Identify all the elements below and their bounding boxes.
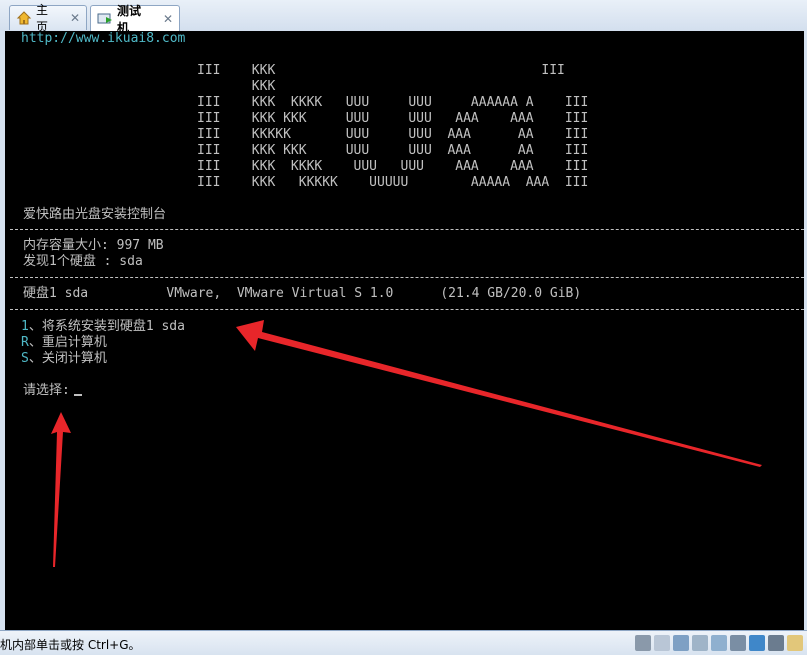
menu-key: S	[21, 351, 29, 366]
memory-info: 内存容量大小: 997 MB	[23, 238, 164, 253]
menu-text: 、将系统安装到硬盘1 sda	[28, 319, 185, 334]
tab-home[interactable]: 主页 ✕	[9, 3, 87, 34]
vm-icon	[97, 11, 113, 27]
logo-line: KKK	[197, 79, 276, 94]
tab-home-label: 主页	[36, 3, 49, 34]
menu-item-shutdown[interactable]: S、关闭计算机	[21, 351, 107, 367]
hard-disk-icon[interactable]	[635, 635, 651, 651]
console-title: 爱快路由光盘安装控制台	[23, 207, 167, 222]
separator	[10, 229, 804, 230]
logo-line: III KKK KKKK UUU UUU AAAAAA A III	[197, 95, 589, 110]
close-icon[interactable]: ✕	[70, 11, 80, 25]
console-url: http://www.ikuai8.com	[21, 31, 186, 46]
prompt-label: 请选择:	[23, 383, 70, 398]
close-icon[interactable]: ✕	[163, 12, 173, 26]
menu-text: 、关闭计算机	[28, 351, 107, 366]
message-icon[interactable]	[787, 635, 803, 651]
logo-line: III KKK KKKKK UUUUU AAAAA AAA III	[197, 175, 589, 190]
separator	[10, 277, 804, 278]
logo-line: III KKK KKKK UUU UUU AAA AAA III	[197, 159, 589, 174]
tab-test-vm[interactable]: 测试机 ✕	[90, 4, 180, 35]
menu-key: 1	[21, 319, 29, 334]
logo-line: III KKK III	[197, 63, 565, 78]
text-cursor	[73, 394, 82, 396]
logo-line: III KKKKK UUU UUU AAA AA III	[197, 127, 589, 142]
home-icon	[16, 10, 32, 26]
disk-found-info: 发现1个硬盘 : sda	[23, 254, 143, 269]
display-icon[interactable]	[768, 635, 784, 651]
tab-bar: 主页 ✕ 测试机 ✕	[0, 0, 807, 35]
vm-console[interactable]: http://www.ikuai8.com III KKK III KKK II…	[5, 31, 804, 630]
menu-text: 、重启计算机	[28, 335, 107, 350]
cd-drive-icon[interactable]	[654, 635, 670, 651]
status-bar: 机内部单击或按 Ctrl+G。	[0, 630, 807, 655]
device-tray	[635, 635, 803, 651]
separator	[10, 309, 804, 310]
printer-icon[interactable]	[730, 635, 746, 651]
sound-icon[interactable]	[749, 635, 765, 651]
menu-key: R	[21, 335, 29, 350]
logo-line: III KKK KKK UUU UUU AAA AA III	[197, 143, 589, 158]
menu-item-reboot[interactable]: R、重启计算机	[21, 335, 107, 351]
choice-prompt[interactable]: 请选择:	[23, 383, 82, 399]
network-icon[interactable]	[692, 635, 708, 651]
status-hint: 机内部单击或按 Ctrl+G。	[0, 638, 141, 652]
network-icon[interactable]	[673, 635, 689, 651]
logo-line: III KKK KKK UUU UUU AAA AAA III	[197, 111, 589, 126]
disk-row: 硬盘1 sda VMware, VMware Virtual S 1.0 (21…	[23, 286, 582, 301]
menu-item-install[interactable]: 1、将系统安装到硬盘1 sda	[21, 319, 185, 335]
usb-icon[interactable]	[711, 635, 727, 651]
